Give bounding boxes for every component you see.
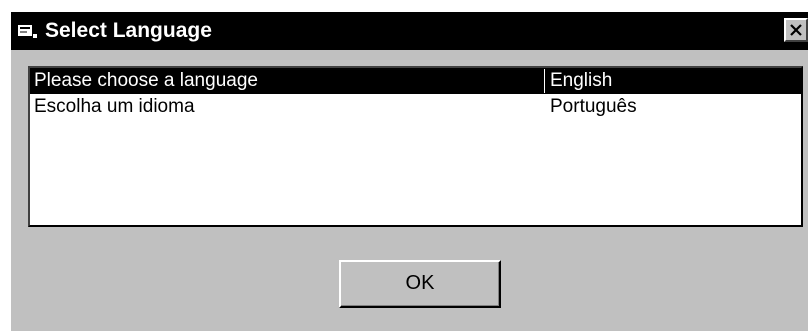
ok-button[interactable]: OK bbox=[339, 260, 501, 308]
select-language-dialog: Select Language Please choose a language… bbox=[11, 12, 808, 331]
list-item-text: Escolha um idioma bbox=[34, 96, 195, 117]
close-button[interactable] bbox=[784, 18, 808, 42]
list-item-language: English bbox=[550, 70, 613, 91]
list-item-language: Português bbox=[550, 96, 637, 117]
column-divider bbox=[544, 69, 545, 93]
list-item-portuguese[interactable]: Escolha um idioma Português bbox=[30, 94, 801, 120]
app-window-icon bbox=[17, 22, 39, 42]
window-title: Select Language bbox=[45, 19, 212, 42]
title-bar[interactable]: Select Language bbox=[11, 12, 808, 50]
list-item-text: Please choose a language bbox=[34, 70, 258, 91]
list-item-english[interactable]: Please choose a language English bbox=[30, 68, 801, 94]
language-list[interactable]: Please choose a language English Escolha… bbox=[28, 66, 803, 227]
